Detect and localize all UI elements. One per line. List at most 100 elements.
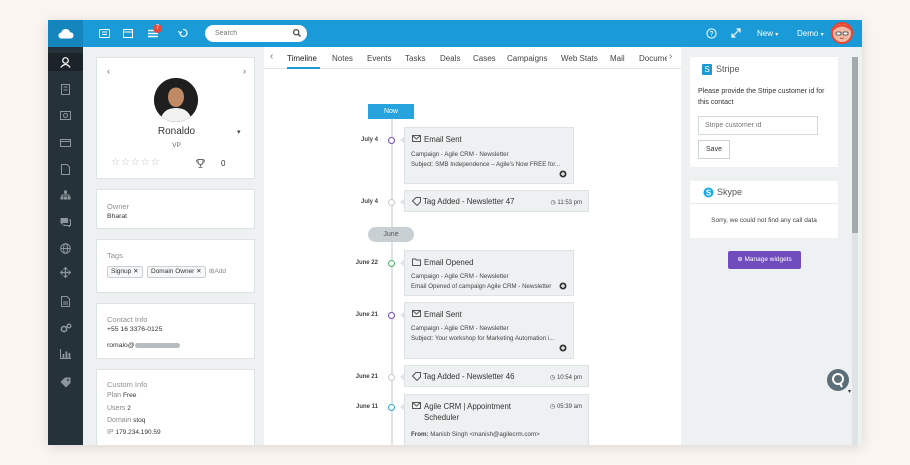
sidebar-tag-icon[interactable] xyxy=(48,373,83,391)
sidebar-web-icon[interactable] xyxy=(48,239,83,257)
chat-caret-icon[interactable]: ▾ xyxy=(848,388,851,395)
custom-field-value: 2 xyxy=(127,405,131,412)
next-contact-arrow-icon[interactable]: › xyxy=(243,66,246,76)
tab-events[interactable]: Events xyxy=(367,47,391,69)
timeline-dot xyxy=(388,374,395,381)
custom-field-value: 179.234.190.59 xyxy=(115,429,161,436)
tab-documents[interactable]: Docume xyxy=(639,47,667,69)
tag-chip[interactable]: Domain Owner ✕ xyxy=(147,266,206,278)
event-date: June 22 xyxy=(355,260,378,266)
sidebar-contacts-icon[interactable] xyxy=(48,53,83,71)
search-icon[interactable] xyxy=(293,29,301,39)
tag-chip[interactable]: Signup ✕ xyxy=(107,266,143,278)
remove-tag-icon[interactable]: ✕ xyxy=(196,268,201,275)
vertical-scrollbar[interactable] xyxy=(852,57,858,445)
tab-tasks[interactable]: Tasks xyxy=(405,47,425,69)
timeline-event-card[interactable]: Tag Added - Newsletter 46 ◷ 10:54 pm xyxy=(400,365,589,387)
tab-cases[interactable]: Cases xyxy=(473,47,496,69)
event-pointer xyxy=(400,311,405,319)
custom-field: Users 2 xyxy=(107,405,131,412)
email-redacted-bar xyxy=(134,342,180,348)
caret-down-icon: ▾ xyxy=(775,32,779,38)
sidebar-chat-icon[interactable] xyxy=(48,213,83,231)
contact-info-label: Contact Info xyxy=(107,315,148,324)
tag-name: Signup xyxy=(111,268,132,275)
stripe-title: Stripe xyxy=(716,64,740,74)
sidebar-cases-icon[interactable] xyxy=(48,133,83,151)
phone-number[interactable]: +55 16 3376-0125 xyxy=(107,326,162,333)
manage-widgets-label: Manage widgets xyxy=(744,256,792,263)
event-date: June 11 xyxy=(355,404,378,410)
tab-web-stats[interactable]: Web Stats xyxy=(561,47,598,69)
now-marker: Now xyxy=(368,104,414,119)
tab-notes[interactable]: Notes xyxy=(332,47,353,69)
tab-deals[interactable]: Deals xyxy=(440,47,460,69)
stripe-customer-id-input[interactable] xyxy=(698,116,818,135)
prev-contact-arrow-icon[interactable]: ‹ xyxy=(107,66,110,76)
expand-event-icon[interactable] xyxy=(559,344,567,354)
user-avatar[interactable] xyxy=(831,22,853,44)
notification-badge: 7 xyxy=(153,24,162,33)
timeline-event-card[interactable]: Tag Added - Newsletter 47 ◷ 11:53 pm xyxy=(400,190,589,212)
timeline-event-card[interactable]: Email Sent Campaign - Agile CRM - Newsle… xyxy=(400,127,574,184)
timeline-event-card[interactable]: Agile CRM | Appointment Scheduler ◷ 05:3… xyxy=(400,394,589,445)
timeline-dot xyxy=(388,404,395,411)
remove-tag-icon[interactable]: ✕ xyxy=(133,268,138,275)
event-campaign: Campaign - Agile CRM - Newsletter xyxy=(411,151,509,158)
tag-icon xyxy=(411,372,421,383)
star-rating[interactable]: ☆☆☆☆☆ xyxy=(111,157,161,168)
sidebar-companies-icon[interactable] xyxy=(48,80,83,98)
sidebar-forms-icon[interactable] xyxy=(48,292,83,310)
add-tag-button[interactable]: ⊞Add xyxy=(209,267,226,275)
help-chat-bubble-icon[interactable] xyxy=(827,369,849,391)
stripe-save-button[interactable]: Save xyxy=(698,140,730,159)
history-icon[interactable] xyxy=(177,27,189,39)
demo-menu-button[interactable]: Demo ▾ xyxy=(797,20,824,47)
caret-down-icon: ▾ xyxy=(820,32,824,38)
event-pointer xyxy=(400,373,405,381)
timeline-event-card[interactable]: Email Sent Campaign - Agile CRM - Newsle… xyxy=(400,302,574,359)
sidebar-settings-icon[interactable] xyxy=(48,319,83,337)
scrollbar-thumb[interactable] xyxy=(852,57,858,233)
tag-icon xyxy=(411,197,421,208)
sidebar-deals-icon[interactable] xyxy=(48,106,83,124)
sidebar-reports-icon[interactable] xyxy=(48,345,83,363)
manage-widgets-button[interactable]: ⊕ Manage widgets xyxy=(728,251,801,269)
svg-text:S: S xyxy=(706,188,712,197)
timeline-axis xyxy=(391,119,393,445)
search-input[interactable] xyxy=(215,27,289,40)
tabs-scroll-right-icon[interactable]: › xyxy=(669,51,672,62)
expand-event-icon[interactable] xyxy=(559,282,567,292)
contact-options-caret-icon[interactable]: ▾ xyxy=(237,128,241,136)
cloud-logo-icon[interactable] xyxy=(48,20,83,47)
tabs-scroll-left-icon[interactable]: ‹ xyxy=(270,51,273,62)
timeline-dot xyxy=(388,260,395,267)
expand-event-icon[interactable] xyxy=(559,170,567,180)
owner-value[interactable]: Bharat xyxy=(107,213,127,220)
tab-mail[interactable]: Mail xyxy=(610,47,625,69)
sidebar-hierarchy-icon[interactable] xyxy=(48,186,83,204)
timeline-dot xyxy=(388,312,395,319)
event-pointer xyxy=(400,136,405,144)
skype-divider xyxy=(690,203,838,204)
help-icon[interactable]: ? xyxy=(705,27,717,39)
new-menu-button[interactable]: New ▾ xyxy=(757,20,778,47)
tab-campaigns[interactable]: Campaigns xyxy=(507,47,547,69)
custom-info-label: Custom Info xyxy=(107,380,148,389)
contact-photo xyxy=(154,78,198,122)
event-from: From: Manish Singh <manish@agilecrm.com> xyxy=(411,431,586,438)
skype-widget: S Skype Sorry, we could not find any cal… xyxy=(690,181,838,238)
expand-icon[interactable] xyxy=(730,27,742,39)
sidebar-documents-icon[interactable] xyxy=(48,160,83,178)
custom-field: Domain stoq xyxy=(107,417,145,424)
custom-field-value: Free xyxy=(122,392,137,399)
tab-timeline[interactable]: Timeline xyxy=(287,47,320,69)
custom-field-label: Plan xyxy=(107,392,122,399)
timeline-event-card[interactable]: Email Opened Campaign - Agile CRM - News… xyxy=(400,250,574,296)
sidebar-automation-icon[interactable] xyxy=(48,263,83,281)
calendar-icon[interactable] xyxy=(122,27,134,39)
trophy-icon xyxy=(196,159,205,170)
contacts-card-icon[interactable] xyxy=(98,27,110,39)
top-bar: 7 ? New ▾ Demo ▾ xyxy=(48,20,862,47)
email-address[interactable]: romalo@ xyxy=(107,342,180,349)
